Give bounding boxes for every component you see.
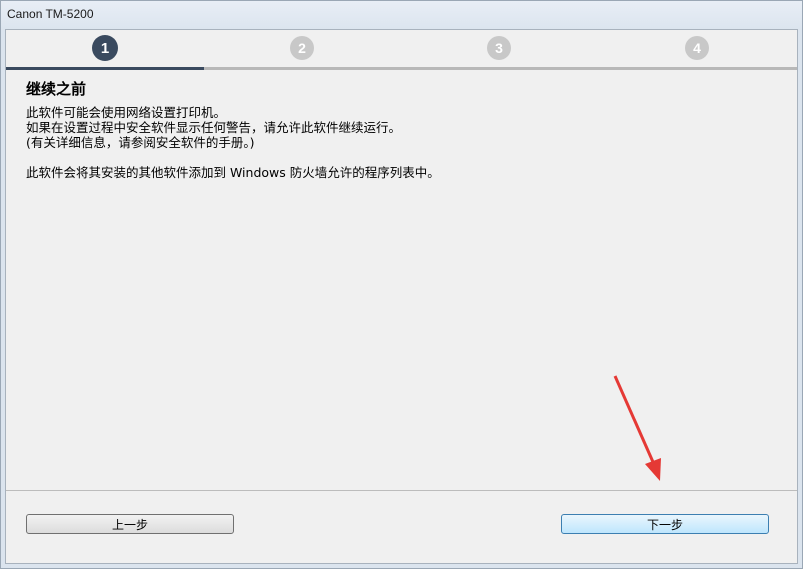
firewall-note: 此软件会将其安装的其他软件添加到 Windows 防火墙允许的程序列表中。 (26, 165, 440, 180)
step-2-icon: 2 (290, 36, 314, 60)
progress-fill (6, 67, 204, 70)
footer-divider (6, 490, 797, 491)
info-line-3: (有关详细信息，请参阅安全软件的手册。) (26, 135, 255, 150)
step-4-icon: 4 (685, 36, 709, 60)
next-button[interactable]: 下一步 (561, 514, 769, 534)
step-indicator: 1 2 3 4 (6, 30, 797, 70)
step-1-icon: 1 (92, 35, 118, 61)
content-area: 继续之前 此软件可能会使用网络设置打印机。 如果在设置过程中安全软件显示任何警告… (26, 78, 786, 180)
info-line-2: 如果在设置过程中安全软件显示任何警告，请允许此软件继续运行。 (26, 120, 402, 135)
installer-window: Canon TM-5200 1 2 3 4 继续之前 此软件可能会使用网络设置打… (0, 0, 803, 569)
back-button[interactable]: 上一步 (26, 514, 234, 534)
client-area: 1 2 3 4 继续之前 此软件可能会使用网络设置打印机。 如果在设置过程中安全… (5, 29, 798, 564)
page-title: 继续之前 (26, 80, 87, 98)
window-title: Canon TM-5200 (7, 7, 94, 21)
title-bar[interactable]: Canon TM-5200 (1, 1, 802, 29)
progress-track (6, 67, 797, 70)
info-line-1: 此软件可能会使用网络设置打印机。 (26, 105, 227, 120)
step-3-icon: 3 (487, 36, 511, 60)
